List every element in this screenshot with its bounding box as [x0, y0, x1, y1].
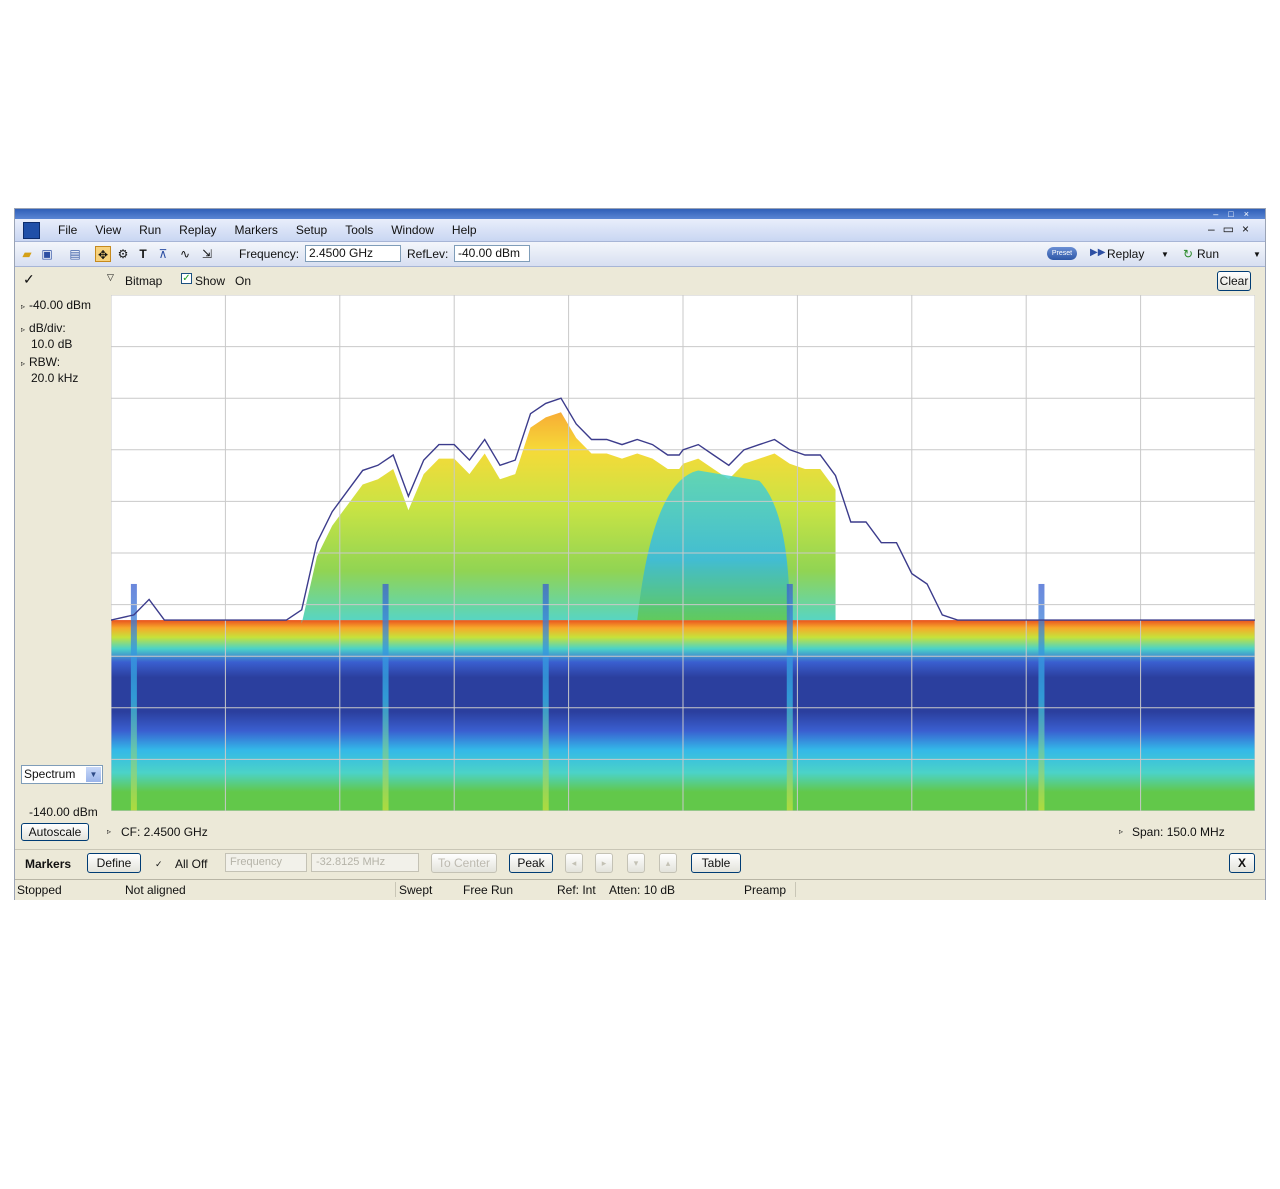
application-window: –□× File View Run Replay Markers Setup T…	[14, 208, 1266, 900]
left-panel: ▹ -40.00 dBm ▹ dB/div: 10.0 dB ▹ RBW: 20.0 …	[15, 295, 110, 845]
display-select-value: Spectrum	[24, 767, 76, 781]
spur-density	[130, 583, 137, 811]
status-alignment[interactable]: Not aligned	[125, 883, 186, 897]
trace-dropdown-icon[interactable]: ▽	[107, 272, 114, 283]
frequency-label: Frequency:	[239, 247, 300, 261]
menu-replay[interactable]: Replay	[170, 223, 225, 237]
menu-help[interactable]: Help	[443, 223, 486, 237]
peak-up-icon[interactable]: ▴	[659, 853, 677, 873]
peak-right-icon[interactable]: ▸	[595, 853, 613, 873]
menu-tools[interactable]: Tools	[336, 223, 382, 237]
marker-tool-icon[interactable]: ⊼	[155, 246, 171, 262]
show-label: Show	[195, 274, 226, 288]
replay-icon: ▶▶	[1090, 247, 1106, 258]
reflev-label: RefLev:	[407, 247, 449, 261]
rbw-value: 20.0 kHz	[31, 371, 79, 385]
replay-button[interactable]: Replay	[1107, 247, 1144, 261]
print-icon[interactable]: ▤	[67, 246, 83, 262]
trace-check-icon[interactable]: ✓	[23, 271, 35, 288]
marker-param-select[interactable]: Frequency	[225, 853, 307, 872]
toolbar: ▰ ▣ ▤ ✥ ⚙ T ⊼ ∿ ⇲ Frequency: 2.4500 GHz …	[15, 242, 1265, 267]
save-icon[interactable]: ▣	[39, 246, 55, 262]
span-arrow-icon[interactable]: ▹	[1119, 827, 1123, 836]
status-sweep-mode[interactable]: Swept	[399, 883, 432, 897]
status-bar: Stopped Not aligned Swept Free Run Ref: …	[15, 879, 1265, 900]
define-button[interactable]: Define	[87, 853, 141, 873]
ref-level-value: -40.00 dBm	[29, 298, 92, 312]
select-tool-icon[interactable]: ✥	[95, 246, 111, 262]
menu-bar: File View Run Replay Markers Setup Tools…	[15, 219, 1265, 242]
spur-density	[382, 583, 389, 811]
status-preamp[interactable]: Preamp	[744, 883, 786, 897]
window-controls[interactable]: –□×	[1213, 209, 1259, 219]
marker-value-input[interactable]: -32.8125 MHz	[311, 853, 419, 872]
rbw-label: RBW:	[29, 355, 61, 369]
run-icon: ↻	[1183, 247, 1194, 261]
status-trigger[interactable]: Free Run	[463, 883, 513, 897]
reflev-input[interactable]: -40.00 dBm	[454, 245, 530, 262]
peak-button[interactable]: Peak	[509, 853, 553, 873]
dbdiv-readout[interactable]: ▹ dB/div:	[21, 321, 66, 335]
clear-button[interactable]: Clear	[1217, 271, 1251, 291]
trace-bar: ✓ ▽ Bitmap ✓ Show On Clear	[15, 267, 1265, 295]
rbw-readout[interactable]: ▹ RBW:	[21, 355, 60, 369]
trace-icon[interactable]: ∿	[177, 246, 193, 262]
peak-down-icon[interactable]: ▾	[627, 853, 645, 873]
alloff-check-icon[interactable]: ✓	[155, 859, 163, 870]
markers-title: Markers	[25, 857, 72, 871]
status-attenuation[interactable]: Atten: 10 dB	[609, 883, 675, 897]
table-button[interactable]: Table	[691, 853, 741, 873]
text-tool-icon[interactable]: T	[135, 246, 151, 262]
center-frequency[interactable]: CF: 2.4500 GHz	[121, 825, 208, 839]
spectrum-plot[interactable]	[110, 294, 1256, 812]
menu-run[interactable]: Run	[130, 223, 170, 237]
mdi-controls[interactable]: –▭×	[1208, 222, 1257, 236]
span-readout[interactable]: Span: 150.0 MHz	[1132, 825, 1225, 839]
frequency-input[interactable]: 2.4500 GHz	[305, 245, 401, 262]
display-select[interactable]: Spectrum ▼	[21, 765, 103, 784]
dbdiv-label: dB/div:	[29, 321, 66, 335]
spur-density	[1038, 583, 1045, 811]
peak-left-icon[interactable]: ◂	[565, 853, 583, 873]
spectrum-svg[interactable]	[110, 294, 1256, 812]
trace-mode[interactable]: Bitmap	[125, 274, 162, 288]
spur-density	[542, 583, 549, 811]
alloff-button[interactable]: All Off	[175, 857, 207, 871]
readout-bar: ▹ CF: 2.4500 GHz ▹ Span: 150.0 MHz	[15, 815, 1265, 841]
status-state: Stopped	[17, 883, 62, 897]
status-reference[interactable]: Ref: Int	[557, 883, 596, 897]
run-button[interactable]: Run	[1197, 247, 1219, 261]
app-icon	[23, 222, 40, 239]
menu-markers[interactable]: Markers	[226, 223, 287, 237]
preset-button[interactable]: Preset	[1047, 247, 1077, 260]
menu-view[interactable]: View	[86, 223, 130, 237]
menu-setup[interactable]: Setup	[287, 223, 336, 237]
show-checkbox[interactable]: ✓	[181, 273, 192, 284]
to-center-button[interactable]: To Center	[431, 853, 497, 873]
title-bar[interactable]: –□×	[15, 209, 1265, 219]
spur-density	[786, 583, 793, 811]
close-markers-button[interactable]: X	[1229, 853, 1255, 873]
replay-dropdown-icon[interactable]: ▼	[1161, 250, 1169, 259]
menu-file[interactable]: File	[49, 223, 86, 237]
markers-bar: Markers Define ✓ All Off Frequency -32.8…	[15, 849, 1265, 878]
chevron-down-icon[interactable]: ▼	[86, 767, 101, 782]
trace-state: On	[235, 274, 252, 288]
settings-icon[interactable]: ⚙	[115, 246, 131, 262]
dbdiv-value: 10.0 dB	[31, 337, 73, 351]
menu-window[interactable]: Window	[382, 223, 443, 237]
run-dropdown-icon[interactable]: ▼	[1253, 250, 1261, 259]
ref-level-readout[interactable]: ▹ -40.00 dBm	[21, 298, 91, 312]
cf-arrow-icon[interactable]: ▹	[107, 827, 111, 836]
measure-icon[interactable]: ⇲	[199, 246, 215, 262]
open-folder-icon[interactable]: ▰	[19, 246, 35, 262]
